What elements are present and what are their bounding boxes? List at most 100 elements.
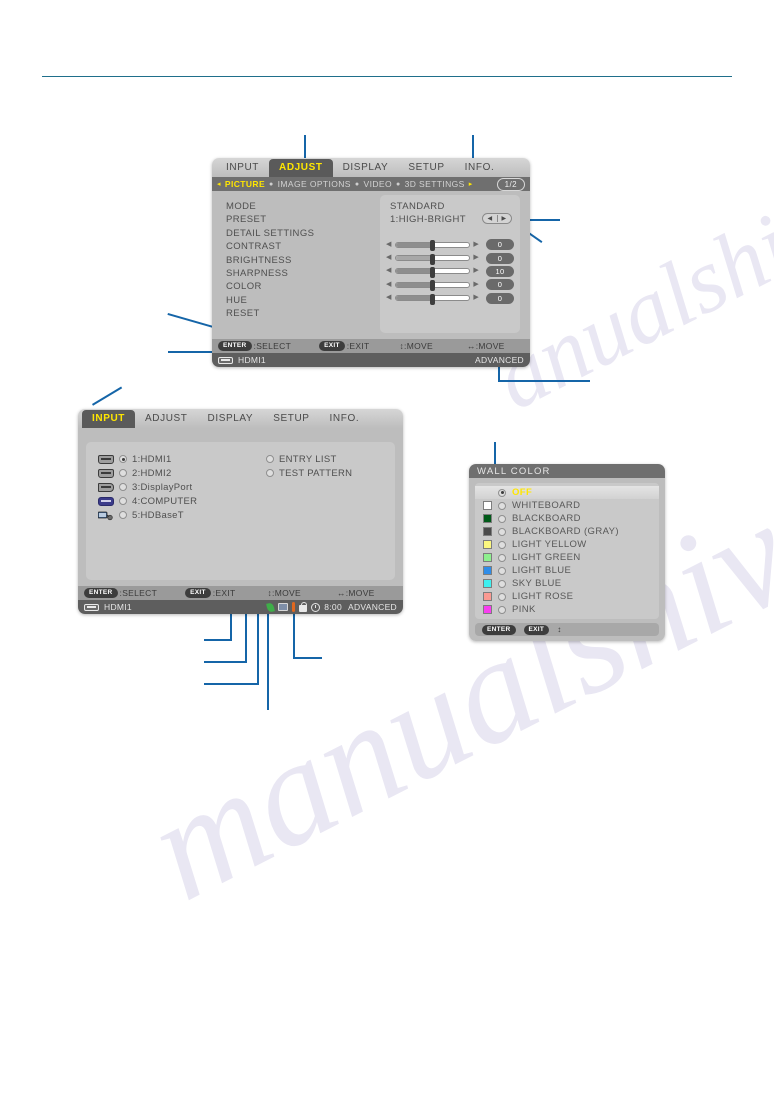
slider-inc-arrow-icon[interactable]: ▶ xyxy=(473,281,479,289)
wall-color-item-light-green[interactable]: LIGHT GREEN xyxy=(475,551,659,564)
displayport-connector-icon xyxy=(98,482,114,492)
label-preset[interactable]: PRESET xyxy=(226,213,376,226)
wall-color-item-light-blue[interactable]: LIGHT BLUE xyxy=(475,564,659,577)
slider-knob[interactable] xyxy=(430,280,436,292)
label-sharpness[interactable]: SHARPNESS xyxy=(226,267,376,280)
slider-row-sharpness[interactable]: ◀ ▶ 10 xyxy=(386,265,514,278)
tab-adjust[interactable]: ADJUST xyxy=(135,410,198,428)
source-item-computer[interactable]: 4:COMPUTER xyxy=(98,494,197,508)
tab-info[interactable]: INFO. xyxy=(455,159,505,177)
label-detail-settings[interactable]: DETAIL SETTINGS xyxy=(226,227,376,240)
wall-color-radio-light-yellow[interactable] xyxy=(498,540,506,549)
wall-color-item-off[interactable]: OFF xyxy=(475,486,659,499)
subtab-3d-settings[interactable]: 3D SETTINGS xyxy=(405,179,465,189)
wall-color-item-whiteboard[interactable]: WHITEBOARD xyxy=(475,499,659,512)
extra-radio-entry-list[interactable] xyxy=(266,455,274,463)
slider-dec-arrow-icon[interactable]: ◀ xyxy=(386,281,392,289)
wall-color-radio-light-blue[interactable] xyxy=(498,566,506,575)
wall-color-item-blackboard-gray[interactable]: BLACKBOARD (GRAY) xyxy=(475,525,659,538)
label-hue[interactable]: HUE xyxy=(226,294,376,307)
slider-dec-arrow-icon[interactable]: ◀ xyxy=(386,267,392,275)
enter-button-pill[interactable]: ENTER xyxy=(218,341,252,351)
subtab-video[interactable]: VIDEO xyxy=(364,179,392,189)
extra-item-test-pattern[interactable]: TEST PATTERN xyxy=(266,466,352,480)
source-item-hdmi1[interactable]: 1:HDMI1 xyxy=(98,452,197,466)
wall-color-item-light-rose[interactable]: LIGHT ROSE xyxy=(475,590,659,603)
slider-track-hue[interactable] xyxy=(394,293,471,305)
slider-knob[interactable] xyxy=(430,293,436,305)
slider-track-sharpness[interactable] xyxy=(394,266,471,278)
slider-track-color[interactable] xyxy=(394,280,471,292)
label-reset[interactable]: RESET xyxy=(226,307,376,320)
wall-color-radio-whiteboard[interactable] xyxy=(498,501,506,510)
extra-radio-test-pattern[interactable] xyxy=(266,469,274,477)
source-radio-displayport[interactable] xyxy=(119,483,127,491)
label-contrast[interactable]: CONTRAST xyxy=(226,240,376,253)
label-color[interactable]: COLOR xyxy=(226,280,376,293)
slider-knob[interactable] xyxy=(430,253,436,265)
wall-color-item-light-yellow[interactable]: LIGHT YELLOW xyxy=(475,538,659,551)
wall-color-item-blackboard[interactable]: BLACKBOARD xyxy=(475,512,659,525)
input-footer-hints: ENTER :SELECT EXIT :EXIT ↕:MOVE ↔:MOVE xyxy=(78,586,403,600)
slider-row-hue[interactable]: ◀ ▶ 0 xyxy=(386,292,514,305)
wall-color-item-pink[interactable]: PINK xyxy=(475,603,659,616)
tab-info[interactable]: INFO. xyxy=(320,410,370,428)
slider-knob[interactable] xyxy=(430,266,436,278)
slider-track-brightness[interactable] xyxy=(394,253,471,265)
slider-row-color[interactable]: ◀ ▶ 0 xyxy=(386,278,514,292)
exit-button-pill[interactable]: EXIT xyxy=(523,624,550,635)
subtab-picture[interactable]: PICTURE xyxy=(225,179,265,189)
tab-display[interactable]: DISPLAY xyxy=(198,410,264,428)
subtab-prev-arrow-icon[interactable]: ◂ xyxy=(217,180,221,188)
tab-input[interactable]: INPUT xyxy=(216,159,269,177)
preset-left-arrow-icon[interactable]: ◀ xyxy=(483,215,497,222)
source-item-hdbaset[interactable]: 5:HDBaseT xyxy=(97,508,197,522)
wall-color-radio-light-rose[interactable] xyxy=(498,592,506,601)
slider-value-contrast: 0 xyxy=(486,239,514,251)
exit-button-pill[interactable]: EXIT xyxy=(319,341,345,351)
slider-inc-arrow-icon[interactable]: ▶ xyxy=(473,267,479,275)
exit-button-pill[interactable]: EXIT xyxy=(185,588,211,598)
wall-color-radio-sky-blue[interactable] xyxy=(498,579,506,588)
source-item-hdmi2[interactable]: 2:HDMI2 xyxy=(98,466,197,480)
slider-dec-arrow-icon[interactable]: ◀ xyxy=(386,294,392,302)
slider-fill xyxy=(395,242,433,247)
wall-color-radio-blackboard[interactable] xyxy=(498,514,506,523)
slider-inc-arrow-icon[interactable]: ▶ xyxy=(473,254,479,262)
source-radio-hdmi2[interactable] xyxy=(119,469,127,477)
source-item-displayport[interactable]: 3:DisplayPort xyxy=(98,480,197,494)
slider-dec-arrow-icon[interactable]: ◀ xyxy=(386,254,392,262)
preset-left-right-selector[interactable]: ◀ ▶ xyxy=(482,213,512,224)
wall-color-radio-blackboard-gray[interactable] xyxy=(498,527,506,536)
wall-color-radio-light-green[interactable] xyxy=(498,553,506,562)
source-radio-hdbaset[interactable] xyxy=(119,511,127,519)
slider-inc-arrow-icon[interactable]: ▶ xyxy=(473,241,479,249)
input-body: 1:HDMI1 2:HDMI2 3:DisplayPort 4:COMPUTER… xyxy=(78,428,403,586)
tab-adjust[interactable]: ADJUST xyxy=(269,159,333,177)
slider-row-brightness[interactable]: ◀ ▶ 0 xyxy=(386,251,514,265)
wall-color-radio-off[interactable] xyxy=(498,488,506,497)
subtab-image-options[interactable]: IMAGE OPTIONS xyxy=(278,179,351,189)
enter-button-pill[interactable]: ENTER xyxy=(482,624,516,635)
tab-display[interactable]: DISPLAY xyxy=(333,159,399,177)
wall-color-item-sky-blue[interactable]: SKY BLUE xyxy=(475,577,659,590)
wall-color-label-whiteboard: WHITEBOARD xyxy=(512,500,581,511)
slider-track-contrast[interactable] xyxy=(394,240,471,252)
slider-dec-arrow-icon[interactable]: ◀ xyxy=(386,241,392,249)
extra-item-entry-list[interactable]: ENTRY LIST xyxy=(266,452,352,466)
source-radio-computer[interactable] xyxy=(119,497,127,505)
tab-input[interactable]: INPUT xyxy=(82,410,135,428)
subtab-next-arrow-icon[interactable]: ▸ xyxy=(469,180,473,188)
tab-setup[interactable]: SETUP xyxy=(263,410,319,428)
network-connector-icon xyxy=(97,511,114,520)
slider-inc-arrow-icon[interactable]: ▶ xyxy=(473,294,479,302)
label-mode[interactable]: MODE xyxy=(226,200,376,213)
wall-color-radio-pink[interactable] xyxy=(498,605,506,614)
label-brightness[interactable]: BRIGHTNESS xyxy=(226,254,376,267)
slider-row-contrast[interactable]: ◀ ▶ 0 xyxy=(386,238,514,252)
enter-button-pill[interactable]: ENTER xyxy=(84,588,118,598)
source-radio-hdmi1[interactable] xyxy=(119,455,127,463)
preset-right-arrow-icon[interactable]: ▶ xyxy=(497,215,511,222)
tab-setup[interactable]: SETUP xyxy=(398,159,454,177)
slider-knob[interactable] xyxy=(430,240,436,252)
